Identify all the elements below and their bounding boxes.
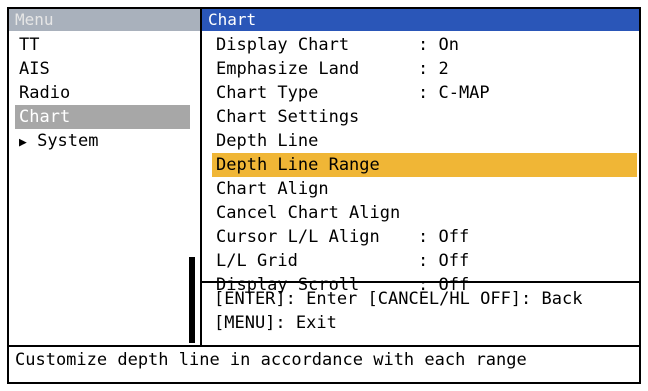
menu-item-label: AIS: [19, 59, 50, 79]
key-guide-line: [ENTER]: Enter [CANCEL/HL OFF]: Back: [214, 289, 583, 309]
scrollbar[interactable]: [189, 257, 195, 343]
menu-item-label: TT: [19, 35, 40, 55]
triangle-right-icon: ▶: [19, 135, 27, 150]
item-label: Emphasize Land: [216, 59, 360, 79]
submenu-list: Display Chart : On Emphasize Land : 2 Char…: [212, 33, 637, 297]
submenu-item-depth-line-range[interactable]: Depth Line Range: [212, 153, 637, 177]
item-label: Depth Line: [216, 131, 319, 151]
menu-item-tt[interactable]: TT: [15, 33, 190, 57]
menu-item-system[interactable]: ▶ System: [15, 129, 190, 153]
submenu-item-chart-type[interactable]: Chart Type : C-MAP: [212, 81, 637, 105]
item-label: Chart Type: [216, 83, 319, 103]
item-label: Cursor L/L Align: [216, 227, 380, 247]
item-value: : C-MAP: [418, 83, 490, 103]
submenu-item-emphasize-land[interactable]: Emphasize Land : 2: [212, 57, 637, 81]
submenu-item-chart-settings[interactable]: Chart Settings: [212, 105, 637, 129]
item-label: Chart Settings: [216, 107, 360, 127]
menu-item-ais[interactable]: AIS: [15, 57, 190, 81]
help-bar: Customize depth line in accordance with …: [9, 345, 639, 382]
help-text: Customize depth line in accordance with …: [15, 350, 527, 370]
key-guide: [ENTER]: Enter [CANCEL/HL OFF]: Back [ME…: [202, 281, 639, 345]
main-menu-title: Menu: [9, 9, 200, 31]
item-value: : Off: [418, 251, 470, 271]
chart-submenu-panel: Chart Display Chart : On Emphasize Land : …: [202, 9, 639, 345]
item-label: L/L Grid: [216, 251, 298, 271]
menu-window: Menu TT AIS Radio Chart ▶ System Chart D…: [7, 7, 641, 384]
item-label: Chart Align: [216, 179, 329, 199]
item-value: : On: [418, 35, 459, 55]
key-guide-line: [MENU]: Exit: [214, 313, 337, 333]
menu-item-label: Chart: [19, 107, 71, 127]
main-menu-panel: Menu TT AIS Radio Chart ▶ System: [9, 9, 202, 345]
submenu-item-cancel-chart-align[interactable]: Cancel Chart Align: [212, 201, 637, 225]
main-menu-list: TT AIS Radio Chart ▶ System: [15, 33, 190, 153]
submenu-item-chart-align[interactable]: Chart Align: [212, 177, 637, 201]
submenu-item-cursor-ll-align[interactable]: Cursor L/L Align : Off: [212, 225, 637, 249]
item-value: : 2: [418, 59, 449, 79]
item-label: Display Chart: [216, 35, 350, 55]
menu-item-chart[interactable]: Chart: [15, 105, 190, 129]
menu-item-label: Radio: [19, 83, 71, 103]
submenu-item-ll-grid[interactable]: L/L Grid : Off: [212, 249, 637, 273]
item-value: : Off: [418, 227, 470, 247]
menu-item-label: System: [37, 131, 99, 151]
item-label: Cancel Chart Align: [216, 203, 401, 223]
submenu-title: Chart: [202, 9, 639, 31]
submenu-item-depth-line[interactable]: Depth Line: [212, 129, 637, 153]
submenu-item-display-chart[interactable]: Display Chart : On: [212, 33, 637, 57]
item-label: Depth Line Range: [216, 155, 380, 175]
menu-item-radio[interactable]: Radio: [15, 81, 190, 105]
